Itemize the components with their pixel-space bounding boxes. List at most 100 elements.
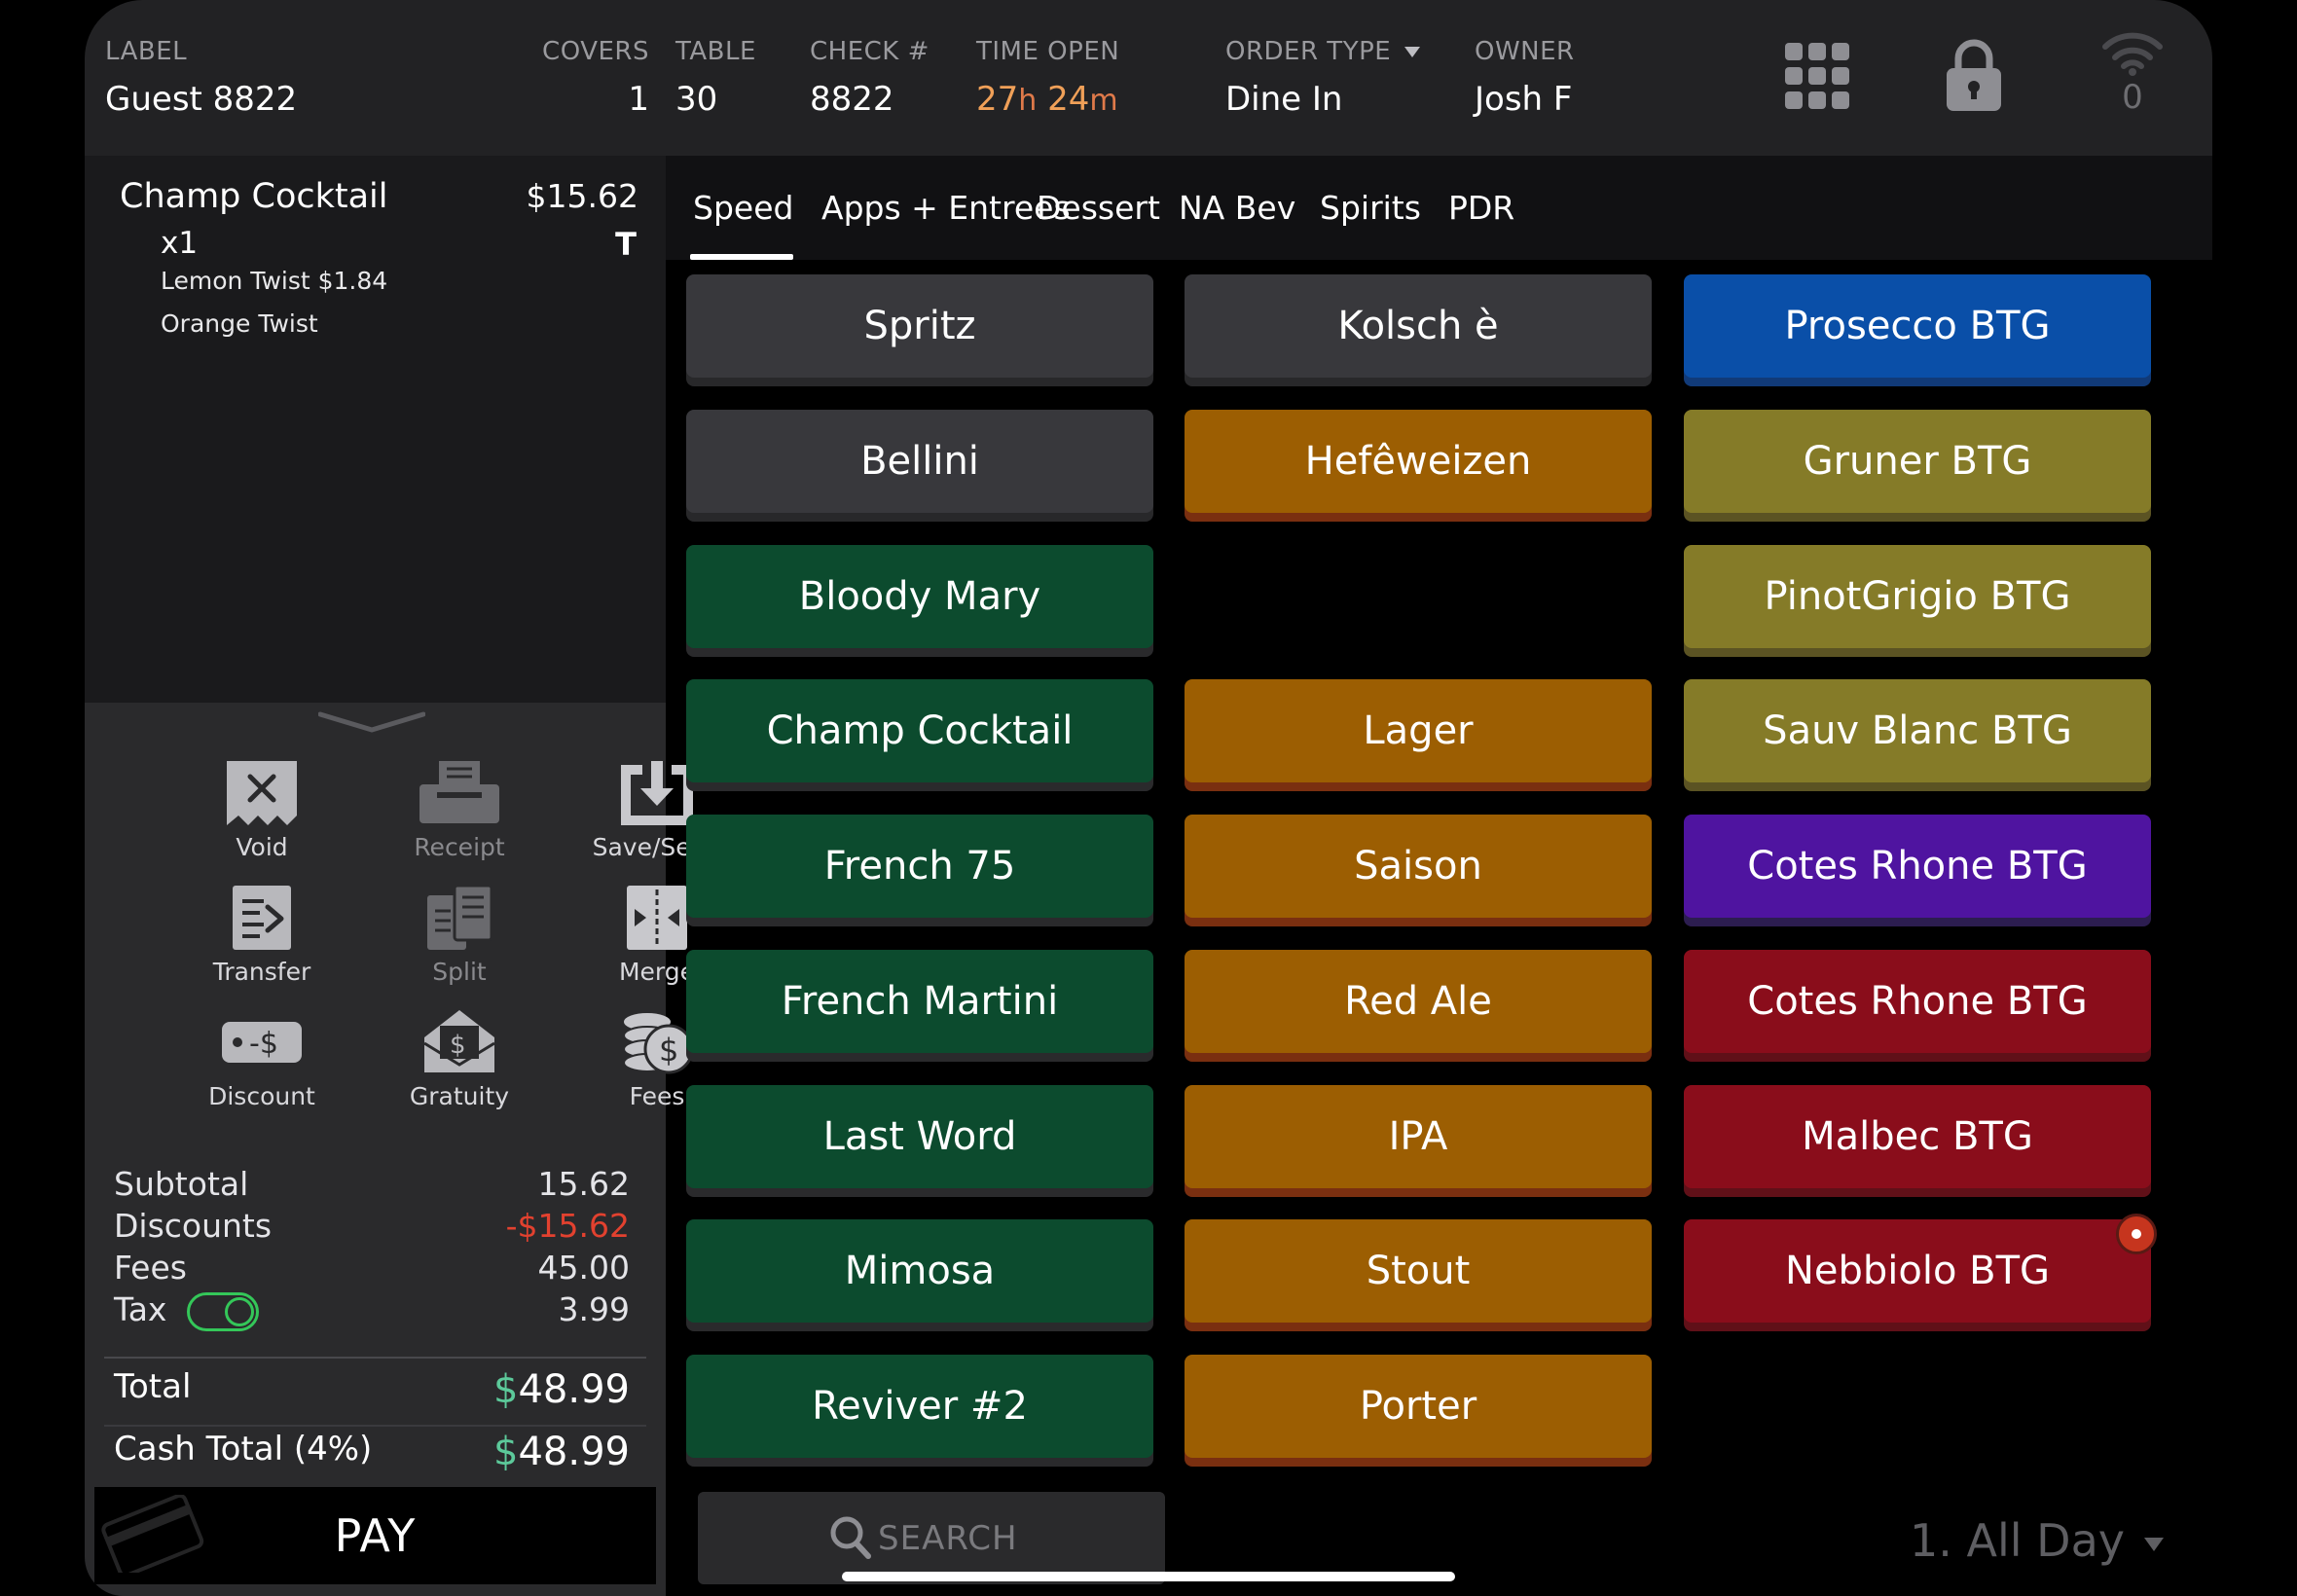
tab-pdr[interactable]: PDR — [1448, 189, 1514, 227]
table-value: 30 — [675, 80, 718, 119]
menu-item-button[interactable]: Cotes Rhone BTG — [1684, 815, 2151, 918]
tax-toggle[interactable] — [187, 1292, 259, 1331]
subtotal-label: Subtotal — [114, 1165, 249, 1203]
item-indicator-dot — [2116, 1214, 2157, 1254]
check-field: CHECK # 8822 — [810, 37, 930, 119]
table-title: TABLE — [675, 37, 756, 66]
transfer-label: Transfer — [212, 958, 311, 986]
tax-value: 3.99 — [558, 1290, 630, 1328]
cash-total-label: Cash Total (4%) — [114, 1430, 373, 1469]
lock-icon[interactable] — [1947, 39, 2001, 115]
cash-total-row: Cash Total (4%) $48.99 — [114, 1430, 630, 1474]
chevron-down-icon — [1404, 47, 1421, 57]
menu-item-button[interactable]: French 75 — [686, 815, 1153, 918]
active-tab-indicator — [690, 254, 793, 260]
menu-item-button[interactable]: Porter — [1185, 1355, 1652, 1458]
time-open-field: TIME OPEN 27h 24m — [976, 37, 1119, 119]
transfer-icon — [233, 886, 291, 950]
pos-screen: LABEL Guest 8822 COVERS 1 TABLE 30 CHECK… — [85, 0, 2212, 1596]
tax-label: Tax — [114, 1290, 167, 1328]
check-title: CHECK # — [810, 37, 930, 66]
order-type-dropdown[interactable]: ORDER TYPE Dine In — [1225, 37, 1421, 119]
order-item-flag: T — [615, 226, 637, 263]
pay-button[interactable]: PAY — [94, 1487, 656, 1584]
label-field[interactable]: LABEL Guest 8822 — [105, 37, 297, 119]
menu-item-button[interactable]: Hefêweizen — [1185, 410, 1652, 513]
menu-item-button[interactable]: Mimosa — [686, 1219, 1153, 1323]
order-item-modifier: Orange Twist — [161, 309, 318, 338]
search-placeholder: SEARCH — [878, 1519, 1018, 1558]
menu-item-button[interactable]: Lager — [1185, 679, 1652, 782]
receipt-button[interactable]: Receipt — [362, 759, 557, 861]
owner-field[interactable]: OWNER Josh F — [1475, 37, 1575, 119]
menu-item-button[interactable]: Bloody Mary — [686, 545, 1153, 648]
time-open-title: TIME OPEN — [976, 37, 1120, 66]
order-type-title: ORDER TYPE — [1225, 37, 1421, 66]
covers-title: COVERS — [542, 37, 649, 66]
order-item-qty: x1 — [161, 226, 199, 261]
fees-total-label: Fees — [114, 1249, 187, 1287]
menu-item-button[interactable]: Spritz — [686, 274, 1153, 378]
order-items-list[interactable]: Champ Cocktail $15.62 x1 T Lemon Twist $… — [85, 156, 666, 703]
tab-dessert[interactable]: Dessert — [1037, 189, 1160, 227]
owner-value: Josh F — [1475, 80, 1573, 119]
daypart-dropdown[interactable]: 1. All Day — [1910, 1514, 2164, 1567]
merge-icon — [627, 886, 687, 950]
menu-item-button[interactable]: Red Ale — [1185, 950, 1652, 1053]
menu-item-button[interactable]: Stout — [1185, 1219, 1652, 1323]
menu-item-button[interactable]: Saison — [1185, 815, 1652, 918]
order-item-price: $15.62 — [526, 177, 638, 215]
tab-speed[interactable]: Speed — [693, 189, 793, 227]
discount-button[interactable]: -$ Discount — [164, 1008, 359, 1110]
tab-spirits[interactable]: Spirits — [1320, 189, 1421, 227]
covers-field[interactable]: COVERS 1 — [542, 37, 649, 119]
time-open-value: 27h 24m — [976, 80, 1118, 119]
check-value: 8822 — [810, 80, 894, 119]
gratuity-button[interactable]: $ Gratuity — [362, 1008, 557, 1110]
receipt-label: Receipt — [414, 833, 505, 861]
tab-na-bev[interactable]: NA Bev — [1179, 189, 1295, 227]
split-icon — [427, 884, 493, 950]
menu-item-button[interactable]: Nebbiolo BTG — [1684, 1219, 2151, 1323]
split-button[interactable]: Split — [362, 884, 557, 986]
order-item-name: Champ Cocktail — [120, 177, 388, 216]
collapse-chevron-icon[interactable] — [318, 710, 425, 734]
total-value: $48.99 — [493, 1367, 630, 1412]
menu-item-button[interactable]: French Martini — [686, 950, 1153, 1053]
menu-item-button[interactable]: IPA — [1185, 1085, 1652, 1188]
fees-total-value: 45.00 — [537, 1249, 630, 1287]
void-icon — [227, 761, 297, 825]
order-item-modifier: Lemon Twist $1.84 — [161, 267, 388, 295]
home-indicator[interactable] — [842, 1572, 1455, 1581]
gratuity-icon: $ — [423, 1010, 495, 1072]
svg-text:-$: -$ — [249, 1027, 278, 1061]
tab-apps-entrees[interactable]: Apps + Entrees — [821, 189, 1071, 227]
search-icon — [830, 1516, 871, 1559]
menu-item-button[interactable]: Champ Cocktail — [686, 679, 1153, 782]
void-button[interactable]: Void — [164, 759, 359, 861]
menu-item-button[interactable]: Prosecco BTG — [1684, 274, 2151, 378]
check-header: LABEL Guest 8822 COVERS 1 TABLE 30 CHECK… — [85, 0, 2212, 166]
void-label: Void — [236, 833, 288, 861]
menu-item-button[interactable]: PinotGrigio BTG — [1684, 545, 2151, 648]
transfer-button[interactable]: Transfer — [164, 884, 359, 986]
menu-item-button[interactable]: Last Word — [686, 1085, 1153, 1188]
fees-icon: $ — [623, 1013, 694, 1074]
menu-item-button[interactable]: Gruner BTG — [1684, 410, 2151, 513]
discounts-value: -$15.62 — [505, 1207, 630, 1245]
svg-text:$: $ — [659, 1032, 678, 1069]
menu-item-button[interactable]: Sauv Blanc BTG — [1684, 679, 2151, 782]
menu-item-button[interactable]: Malbec BTG — [1684, 1085, 2151, 1188]
svg-text:$: $ — [450, 1031, 466, 1060]
menu-item-button[interactable]: Reviver #2 — [686, 1355, 1153, 1458]
grid-icon[interactable] — [1785, 43, 1849, 113]
menu-item-button[interactable]: Cotes Rhone BTG — [1684, 950, 2151, 1053]
cash-total-value: $48.99 — [493, 1430, 630, 1474]
search-input[interactable]: SEARCH — [698, 1492, 1165, 1584]
table-field[interactable]: TABLE 30 — [675, 37, 756, 166]
owner-title: OWNER — [1475, 37, 1575, 66]
menu-item-button[interactable]: Kolsch è — [1185, 274, 1652, 378]
divider — [104, 1425, 646, 1427]
card-watermark-icon — [101, 1495, 204, 1573]
menu-item-button[interactable]: Bellini — [686, 410, 1153, 513]
